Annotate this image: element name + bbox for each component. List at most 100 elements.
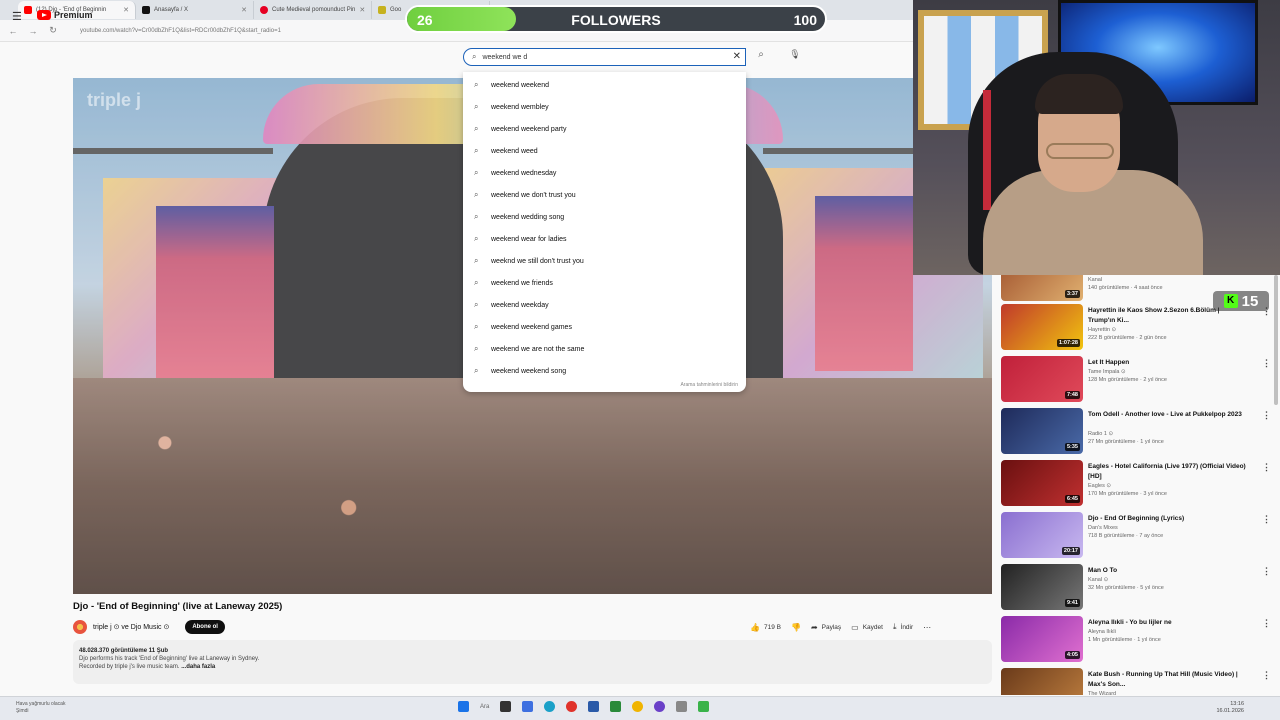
recommendation-title[interactable]: Eagles - Hotel California (Live 1977) (O… xyxy=(1088,462,1248,482)
subscribe-button[interactable]: Abone ol xyxy=(185,620,225,634)
suggestion-item[interactable]: ⌕ weekend wear for ladies xyxy=(463,228,746,250)
more-options-icon[interactable]: ⋮ xyxy=(1262,618,1271,629)
windows-start-icon[interactable] xyxy=(458,701,469,712)
video-thumbnail[interactable]: 9:41 xyxy=(1001,564,1083,610)
recommendation-title[interactable]: Tom Odell - Another love - Live at Pukke… xyxy=(1088,410,1248,420)
share-button[interactable]: ➦ Paylaş xyxy=(811,623,841,632)
download-button[interactable]: ⤓ İndir xyxy=(893,622,913,632)
recommendation-item[interactable]: 4:05 Aleyna Ilıkli - Yo bu lijler ne Aleyn… xyxy=(999,616,1275,666)
recommendation-item[interactable]: 20:17 Djo - End Of Beginning (Lyrics) Dan'… xyxy=(999,512,1275,562)
recommendation-channel[interactable]: The Wizard xyxy=(1088,691,1116,695)
avatar[interactable] xyxy=(73,620,87,634)
suggestion-item[interactable]: ⌕ weekend weekend games xyxy=(463,316,746,338)
url-field[interactable]: youtube.com/watch?v=Cr00dbZhF1Q&list=RDC… xyxy=(80,28,281,34)
recommendation-channel[interactable]: Hayrettin ⊙ xyxy=(1088,327,1116,333)
video-thumbnail[interactable]: 1:07:28 xyxy=(1001,304,1083,350)
more-actions-button[interactable]: ⋯ xyxy=(923,623,931,632)
channel-name[interactable]: triple j ⊙ ve Djo Music ⊙ xyxy=(93,623,169,631)
recommendation-item[interactable]: Kate Bush - Running Up That Hill (Music … xyxy=(999,668,1275,695)
recommendation-item[interactable]: 6:45 Eagles - Hotel California (Live 1977… xyxy=(999,460,1275,510)
recommendation-channel[interactable]: Eagles ⊙ xyxy=(1088,483,1111,489)
suggestion-item[interactable]: ⌕ weekend weed xyxy=(463,140,746,162)
reload-icon[interactable]: ↻ xyxy=(48,25,58,36)
explorer-icon[interactable] xyxy=(522,701,534,712)
close-icon[interactable]: ✕ xyxy=(241,6,247,14)
menu-icon[interactable]: ☰ xyxy=(12,10,22,23)
suggestion-item[interactable]: ⌕ weekend we don't trust you xyxy=(463,184,746,206)
taskbar-search[interactable]: Ara xyxy=(480,704,489,710)
recommendation-channel[interactable]: Kanal ⊙ xyxy=(1088,577,1108,583)
report-suggestions-link[interactable]: Arama tahminlerini bildirin xyxy=(680,382,738,388)
youtube-logo[interactable]: Premium xyxy=(37,10,93,20)
recommendation-title[interactable]: Man O To xyxy=(1088,566,1248,576)
task-view-icon[interactable] xyxy=(500,701,512,712)
obs-icon[interactable] xyxy=(698,701,710,712)
like-button[interactable]: 👍 719 B xyxy=(750,623,781,632)
recommendation-channel[interactable]: Radio 1 ⊙ xyxy=(1088,431,1113,437)
duration-badge: 4:05 xyxy=(1064,651,1080,659)
suggestion-item[interactable]: ⌕ weekend we friends xyxy=(463,272,746,294)
search-button[interactable]: ⌕ xyxy=(750,49,772,65)
app-icon[interactable] xyxy=(588,701,600,712)
microphone-icon[interactable]: 🎙 xyxy=(787,49,803,65)
suggestion-item[interactable]: ⌕ weekend weekend song xyxy=(463,360,746,382)
video-thumbnail[interactable]: 5:35 xyxy=(1001,408,1083,454)
forward-arrow-icon[interactable]: → xyxy=(28,26,38,36)
recommendation-item[interactable]: 7:48 Let It Happen Tame Impala ⊙ 128 Mn gör… xyxy=(999,356,1275,406)
video-thumbnail[interactable]: 7:48 xyxy=(1001,356,1083,402)
more-options-icon[interactable]: ⋮ xyxy=(1262,670,1271,681)
video-thumbnail[interactable]: 3:37 xyxy=(1001,275,1083,301)
download-icon: ⤓ xyxy=(892,622,897,631)
more-options-icon[interactable]: ⋮ xyxy=(1262,514,1271,525)
suggestion-item[interactable]: ⌕ weekend wednesday xyxy=(463,162,746,184)
video-thumbnail[interactable]: 6:45 xyxy=(1001,460,1083,506)
video-thumbnail[interactable]: 4:05 xyxy=(1001,616,1083,662)
close-icon[interactable]: ✕ xyxy=(123,6,129,14)
weather-widget[interactable]: Hava yağmurlu olacak Şimdi xyxy=(16,701,65,715)
suggestion-item[interactable]: ⌕ weekend we are not the same xyxy=(463,338,746,360)
settings-icon[interactable] xyxy=(676,701,688,712)
clear-search-icon[interactable]: ✕ xyxy=(733,51,741,62)
suggestion-item[interactable]: ⌕ weekend wembley xyxy=(463,96,746,118)
more-options-icon[interactable]: ⋮ xyxy=(1262,410,1271,421)
suggestion-item[interactable]: ⌕ weekend weekend xyxy=(463,74,746,96)
recommendation-item[interactable]: 1:07:28 Hayrettin ile Kaos Show 2.Sezon 6… xyxy=(999,304,1275,354)
recommendation-channel[interactable]: Dan's Mixes xyxy=(1088,525,1118,531)
recommendation-channel[interactable]: Kanal xyxy=(1088,277,1102,283)
search-input[interactable]: ⌕ weekend we d ✕ xyxy=(463,48,746,66)
show-more-link[interactable]: ...daha fazla xyxy=(181,664,215,670)
video-thumbnail[interactable]: 20:17 xyxy=(1001,512,1083,558)
description-text: Recorded by triple j's live music team. xyxy=(79,664,180,670)
more-options-icon[interactable]: ⋮ xyxy=(1262,358,1271,369)
recommendation-title[interactable]: Aleyna Ilıkli - Yo bu lijler ne xyxy=(1088,618,1248,628)
scrollbar[interactable] xyxy=(1274,275,1278,405)
chrome-icon[interactable] xyxy=(632,701,644,712)
recommendation-title[interactable]: Djo - End Of Beginning (Lyrics) xyxy=(1088,514,1248,524)
browser-tab[interactable]: Cute Medieval pomounduct Pin ✕ xyxy=(254,1,372,19)
close-icon[interactable]: ✕ xyxy=(359,6,365,14)
excel-icon[interactable] xyxy=(610,701,622,712)
more-options-icon[interactable]: ⋮ xyxy=(1262,566,1271,577)
suggestion-item[interactable]: ⌕ weekend weekday xyxy=(463,294,746,316)
recommendation-title[interactable]: Let It Happen xyxy=(1088,358,1248,368)
recommendation-item[interactable]: 5:35 Tom Odell - Another love - Live at P… xyxy=(999,408,1275,458)
recommendation-channel[interactable]: Aleyna Ilıkli xyxy=(1088,629,1116,635)
recommendation-channel[interactable]: Tame Impala ⊙ xyxy=(1088,369,1126,375)
suggestion-item[interactable]: ⌕ weeknd we still don't trust you xyxy=(463,250,746,272)
video-thumbnail[interactable] xyxy=(1001,668,1083,695)
recommendation-meta: 27 Mn görüntüleme · 1 yıl önce xyxy=(1088,439,1164,445)
recommendation-title[interactable]: Kate Bush - Running Up That Hill (Music … xyxy=(1088,670,1248,690)
opera-icon[interactable] xyxy=(566,701,578,712)
recommendation-item[interactable]: 9:41 Man O To Kanal ⊙ 32 Mn görüntüleme · 5… xyxy=(999,564,1275,614)
more-options-icon[interactable]: ⋮ xyxy=(1262,462,1271,473)
suggestion-item[interactable]: ⌕ weekend wedding song xyxy=(463,206,746,228)
save-button[interactable]: ▭ Kaydet xyxy=(851,623,883,632)
back-arrow-icon[interactable]: ← xyxy=(8,26,18,36)
browser-tab[interactable]: Anasayfa / X ✕ xyxy=(136,1,254,19)
edge-icon[interactable] xyxy=(544,701,556,712)
description-box[interactable]: 48.028.370 görüntüleme 11 Şub Djo perfor… xyxy=(73,640,992,684)
dislike-button[interactable]: 👎 xyxy=(791,623,801,632)
suggestion-item[interactable]: ⌕ weekend weekend party xyxy=(463,118,746,140)
system-clock[interactable]: 13:16 16.01.2026 xyxy=(1216,701,1244,715)
discord-icon[interactable] xyxy=(654,701,666,712)
